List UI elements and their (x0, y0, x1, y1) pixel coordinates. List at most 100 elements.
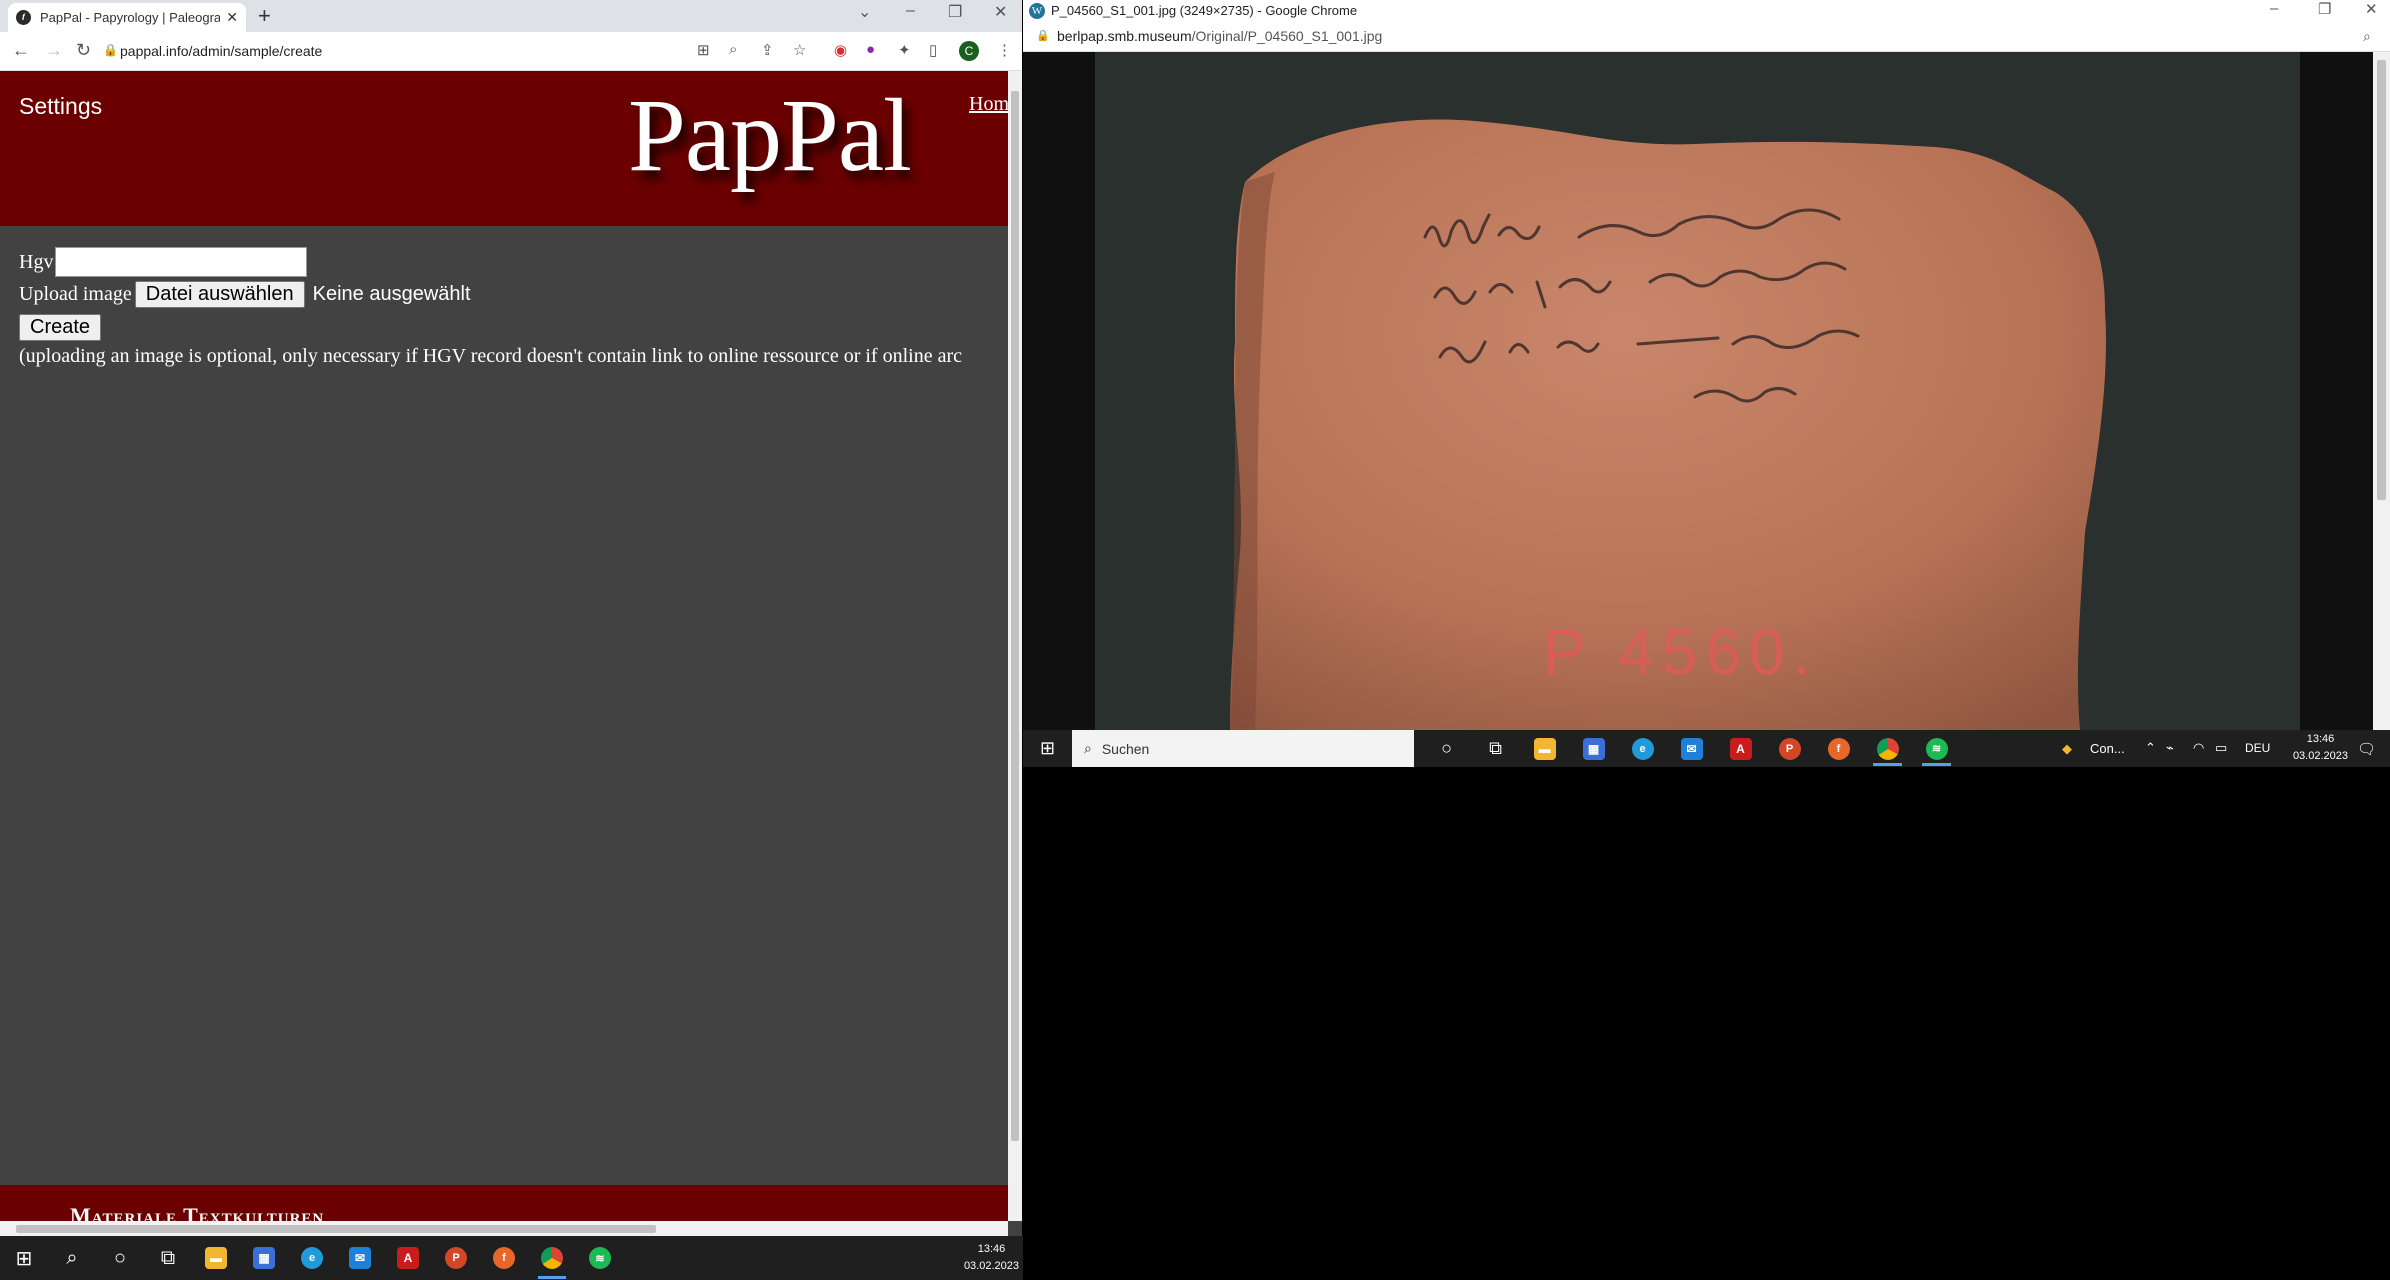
upload-image-label: Upload image (19, 282, 132, 305)
create-sample-form: Hgv Upload image Datei auswählen Keine a… (19, 246, 962, 368)
ostracon-image: P 4560. (1230, 119, 2106, 730)
spotify-icon[interactable]: ≋ (576, 1236, 624, 1280)
site-logo: PapPal (628, 78, 912, 193)
file-explorer-icon[interactable]: ▬ (1520, 730, 1569, 767)
tab-pappal[interactable]: 𝒇 PapPal - Papyrology | Paleograph ✕ (8, 3, 246, 32)
taskbar-clock[interactable]: 13:46 03.02.2023 (2293, 731, 2348, 765)
zoom-icon[interactable]: ⌕ (2363, 28, 2371, 45)
share-icon[interactable]: ⇪ (761, 41, 774, 59)
upload-note: (uploading an image is optional, only ne… (19, 345, 962, 367)
address-bar[interactable]: pappal.info/admin/sample/create (120, 43, 322, 59)
chrome-icon[interactable] (1863, 730, 1912, 767)
weather-icon[interactable]: ◆ (2062, 741, 2072, 757)
firefox-icon[interactable]: f (480, 1236, 528, 1280)
extensions-puzzle-icon[interactable]: ✦ (898, 41, 911, 59)
cortana-icon[interactable]: ○ (1422, 730, 1471, 767)
taskbar-clock[interactable]: 13:46 03.02.2023 (964, 1241, 1019, 1275)
task-view-icon[interactable]: ⧉ (144, 1236, 192, 1280)
image-label: P 4560. (1543, 616, 1818, 688)
url-text: berlpap.smb.museum/Original/P_04560_S1_0… (1057, 28, 1383, 44)
window-title-bar: W P_04560_S1_001.jpg (3249×2735) - Googl… (1023, 0, 2390, 22)
home-link[interactable]: Hom (969, 93, 1008, 116)
taskbar-left: ⊞ ⌕ ○ ⧉ ▬ ▦ e ✉ A P f ≋ 13:46 03.02.2023 (0, 1236, 1023, 1280)
edge-icon[interactable]: e (1618, 730, 1667, 767)
spotify-icon[interactable]: ≋ (1912, 730, 1961, 767)
vertical-scrollbar[interactable] (2373, 52, 2390, 730)
weather-text[interactable]: Con... (2090, 741, 2125, 756)
file-explorer-icon[interactable]: ▬ (192, 1236, 240, 1280)
store-icon[interactable]: ▦ (1569, 730, 1618, 767)
tab-search-icon[interactable]: ⌄ (858, 2, 871, 22)
language-indicator[interactable]: DEU (2245, 741, 2270, 755)
address-bar[interactable]: 🔒 berlpap.smb.museum/Original/P_04560_S1… (1023, 22, 2390, 52)
cortana-icon[interactable]: ○ (96, 1236, 144, 1280)
search-icon[interactable]: ⌕ (48, 1236, 96, 1280)
image-background: P 4560. (1095, 52, 2300, 730)
wifi-icon[interactable]: ◠ (2193, 740, 2204, 756)
clock-time: 13:46 (977, 1243, 1006, 1255)
hgv-input[interactable] (55, 247, 308, 277)
store-icon[interactable]: ▦ (240, 1236, 288, 1280)
extension-icon[interactable]: ◉ (834, 41, 847, 59)
close-window-button[interactable]: ✕ (994, 2, 1007, 22)
battery-icon[interactable]: ▭ (2215, 740, 2227, 756)
settings-link[interactable]: Settings (19, 93, 102, 120)
translate-icon[interactable]: ⊞ (697, 41, 710, 59)
taskbar-search[interactable]: ⌕ Suchen (1072, 730, 1414, 767)
lock-icon: 🔒 (1036, 30, 1050, 42)
acrobat-icon[interactable]: A (384, 1236, 432, 1280)
new-tab-button[interactable]: + (258, 3, 271, 29)
mail-icon[interactable]: ✉ (1667, 730, 1716, 767)
network-icon[interactable]: ⌁ (2166, 740, 2174, 756)
lock-icon: 🔒 (103, 43, 118, 57)
horizontal-scrollbar[interactable] (0, 1221, 1008, 1236)
mail-icon[interactable]: ✉ (336, 1236, 384, 1280)
forward-icon[interactable]: → (45, 40, 63, 61)
minimize-button[interactable]: – (906, 2, 915, 20)
file-status: Keine ausgewählt (312, 282, 471, 305)
back-icon[interactable]: ← (12, 40, 30, 61)
reload-icon[interactable]: ↻ (76, 40, 91, 61)
minimize-button[interactable]: – (2270, 0, 2278, 17)
image-viewer[interactable]: P 4560. (1023, 52, 2373, 730)
footer-text: Materiale Textkulturen (70, 1203, 325, 1221)
page-content: Settings PapPal Hom Hgv Upload image Dat… (0, 71, 1008, 1221)
restore-button[interactable]: ❐ (948, 2, 962, 22)
firefox-icon[interactable]: f (1814, 730, 1863, 767)
scroll-thumb[interactable] (16, 1225, 656, 1233)
windows-start-icon[interactable]: ⊞ (1023, 730, 1072, 767)
acrobat-icon[interactable]: A (1716, 730, 1765, 767)
tray-chevron-icon[interactable]: ⌃ (2145, 740, 2156, 756)
clock-date: 03.02.2023 (2292, 750, 2348, 762)
scroll-thumb[interactable] (1011, 91, 1019, 1141)
choose-file-button[interactable]: Datei auswählen (134, 280, 305, 308)
bookmark-star-icon[interactable]: ☆ (793, 41, 806, 59)
create-button[interactable]: Create (19, 313, 102, 341)
search-placeholder: Suchen (1101, 740, 1150, 757)
powerpoint-icon[interactable]: P (432, 1236, 480, 1280)
taskbar-right: ⊞ ⌕ Suchen ○ ⧉ ▬ ▦ e ✉ A P f ≋ ◆ Con... ⌃… (1023, 730, 2390, 767)
close-window-button[interactable]: ✕ (2365, 0, 2378, 18)
task-view-icon[interactable]: ⧉ (1471, 730, 1520, 767)
powerpoint-icon[interactable]: P (1765, 730, 1814, 767)
tab-title: PapPal - Papyrology | Paleograph (40, 10, 221, 25)
extension-icon[interactable]: ● (866, 41, 875, 58)
profile-avatar[interactable]: C (959, 41, 979, 61)
zoom-icon[interactable]: ⌕ (729, 41, 737, 58)
windows-start-icon[interactable]: ⊞ (0, 1236, 48, 1280)
browser-toolbar: ← → ↻ 🔒 pappal.info/admin/sample/create … (0, 32, 1022, 71)
restore-button[interactable]: ❐ (2318, 0, 2331, 18)
notifications-icon[interactable]: 🗨 (2357, 740, 2376, 758)
vertical-scrollbar[interactable] (1008, 71, 1022, 1221)
clock-time: 13:46 (2306, 733, 2335, 745)
chrome-icon[interactable] (528, 1236, 576, 1280)
side-panel-icon[interactable]: ▯ (929, 41, 937, 59)
edge-icon[interactable]: e (288, 1236, 336, 1280)
scroll-thumb[interactable] (2377, 60, 2386, 500)
wordpress-icon: W (1029, 3, 1045, 19)
window-title: P_04560_S1_001.jpg (3249×2735) - Google … (1051, 3, 1358, 18)
pappal-favicon-icon: 𝒇 (16, 10, 31, 25)
right-browser-window: W P_04560_S1_001.jpg (3249×2735) - Googl… (1023, 0, 2390, 730)
menu-icon[interactable]: ⋮ (997, 41, 1012, 59)
close-tab-icon[interactable]: ✕ (226, 9, 238, 26)
